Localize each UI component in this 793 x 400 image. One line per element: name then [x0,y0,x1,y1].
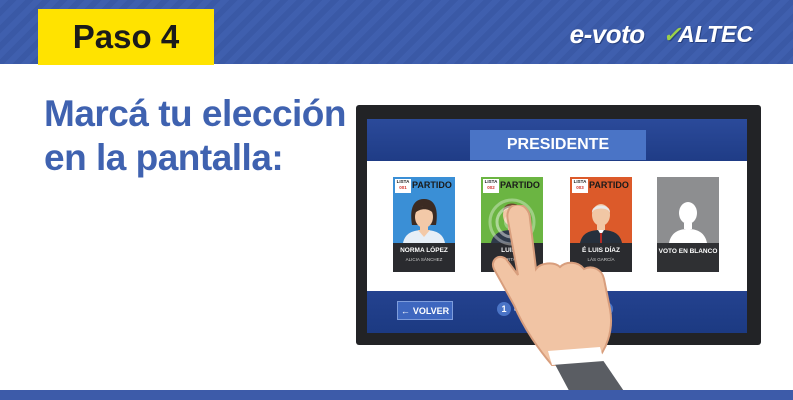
lista-badge: LISTA 001 [395,179,411,193]
logos: e-voto ✓ ALTEC [570,19,753,50]
lista-number: 002 [487,185,495,190]
office-title: PRESIDENTE [470,130,646,160]
altec-logo-text: ALTEC [678,21,753,47]
lista-badge: LISTA 002 [483,179,499,193]
lista-number: 003 [576,185,584,190]
running-mate-name: ALICIA SÁNCHEZ [405,257,443,262]
lista-badge: LISTA 003 [572,179,588,193]
arrow-left-icon: ← [400,305,410,316]
back-button-label: VOLVER [412,305,450,316]
headline-line-2: en la pantalla: [44,137,284,178]
altec-logo: ✓ ALTEC [663,21,753,48]
candidate-photo: LISTA 001 PARTIDO [393,177,455,243]
candidate-card-1[interactable]: LISTA 001 PARTIDO NORMA LÓPEZ ALICIA SÁNC… [393,177,455,272]
candidate-name-box: VOTO EN BLANCO [657,243,719,272]
back-button[interactable]: ← VOLVER [397,301,453,320]
candidate-name: NORMA LÓPEZ [400,247,448,254]
party-label: PARTIDO [500,180,540,190]
blank-photo [657,177,719,243]
party-label: PARTIDO [589,180,629,190]
headline-line-1: Marcá tu elección [44,93,347,134]
step-label: Paso 4 [72,18,180,55]
pointing-hand-icon [492,205,630,400]
evoto-logo: e-voto [569,19,646,49]
blank-vote-label: VOTO EN BLANCO [658,248,718,255]
instruction-headline: Marcá tu elección en la pantalla: [44,92,347,180]
person-silhouette-icon [669,202,707,243]
party-label: PARTIDO [412,180,452,190]
lista-number: 001 [399,185,407,190]
footer-bar [0,390,793,400]
blank-vote-card[interactable]: VOTO EN BLANCO [657,177,719,272]
step-badge: Paso 4 [38,9,214,65]
candidate-name-box: NORMA LÓPEZ ALICIA SÁNCHEZ [393,243,455,272]
